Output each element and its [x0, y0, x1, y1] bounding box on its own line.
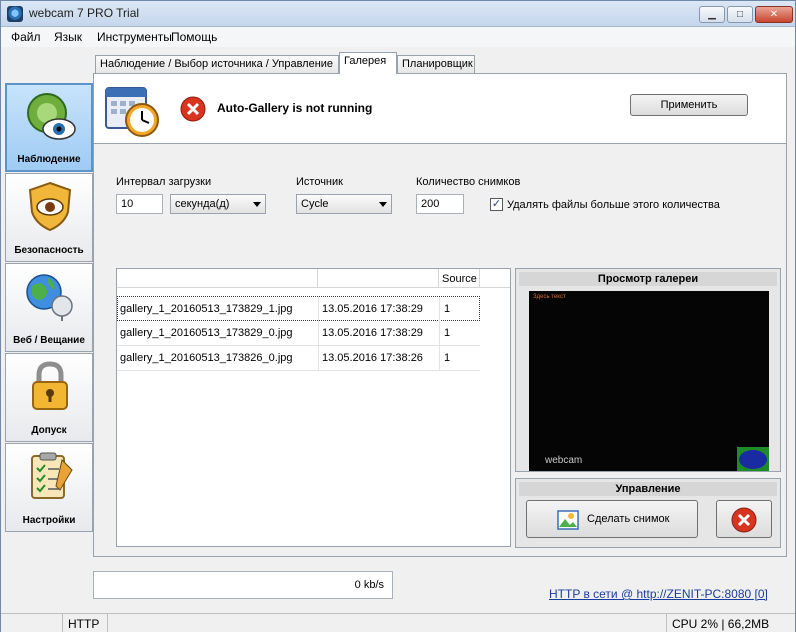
- nav-label: Наблюдение: [17, 154, 81, 165]
- chevron-down-icon: [379, 202, 387, 207]
- row-separator: [318, 346, 319, 371]
- source-cell: 1: [444, 327, 451, 339]
- menu-bar: Файл Язык Инструменты Помощь: [1, 27, 795, 47]
- table-row[interactable]: gallery_1_20160513_173829_1.jpg 13.05.20…: [117, 296, 480, 322]
- chevron-down-icon: [253, 202, 261, 207]
- file-name-cell: gallery_1_20160513_173829_0.jpg: [120, 327, 293, 339]
- tab-scheduler[interactable]: Планировщик: [397, 55, 475, 73]
- transfer-rate-box: 0 kb/s: [93, 571, 393, 599]
- picture-icon: [557, 510, 579, 530]
- nav-label: Настройки: [22, 515, 76, 526]
- gallery-file-list[interactable]: Source gallery_1_20160513_173829_1.jpg 1…: [116, 268, 511, 547]
- auto-gallery-status: Auto-Gallery is not running: [217, 101, 373, 115]
- row-separator: [318, 321, 319, 346]
- preview-image[interactable]: Здесь текст webcam: [529, 291, 769, 471]
- status-cpu-memory: CPU 2% | 66,2MB: [666, 614, 795, 632]
- row-separator: [439, 297, 440, 322]
- menu-tools[interactable]: Инструменты: [97, 30, 172, 44]
- status-empty: [1, 614, 63, 632]
- menu-help[interactable]: Помощь: [171, 30, 217, 44]
- tab-gallery[interactable]: Галерея: [339, 52, 397, 74]
- control-title: Управление: [519, 482, 777, 496]
- gallery-preview-group: Просмотр галереи Здесь текст webcam: [515, 268, 781, 472]
- preview-corner-ellipse: [739, 450, 767, 469]
- count-label: Количество снимков: [416, 176, 521, 188]
- shield-eye-icon: [28, 181, 72, 232]
- date-cell: 13.05.2016 17:38:26: [322, 352, 423, 364]
- calendar-clock-icon: [105, 87, 159, 137]
- maximize-button[interactable]: □: [727, 6, 753, 23]
- source-value: Cycle: [301, 198, 329, 210]
- nav-settings[interactable]: Настройки: [5, 443, 93, 532]
- title-bar[interactable]: webcam 7 PRO Trial ▁ □ ✕: [1, 1, 795, 27]
- nav-label: Веб / Вещание: [13, 335, 85, 346]
- gallery-panel: Auto-Gallery is not running Применить Ин…: [93, 73, 787, 557]
- gallery-status-panel: Auto-Gallery is not running Применить: [94, 74, 786, 144]
- file-name-cell: gallery_1_20160513_173826_0.jpg: [120, 352, 293, 364]
- menu-language[interactable]: Язык: [54, 30, 82, 44]
- globe-satellite-icon: [26, 274, 73, 321]
- source-cell: 1: [444, 303, 451, 315]
- date-cell: 13.05.2016 17:38:29: [322, 327, 423, 339]
- nav-observation[interactable]: Наблюдение: [5, 83, 93, 172]
- count-input[interactable]: 200: [416, 194, 464, 214]
- column-source[interactable]: Source: [439, 269, 480, 288]
- tab-observation[interactable]: Наблюдение / Выбор источника / Управлени…: [95, 55, 339, 73]
- snapshot-label: Сделать снимок: [587, 513, 670, 525]
- source-select[interactable]: Cycle: [296, 194, 392, 214]
- status-protocol: HTTP: [63, 614, 108, 632]
- left-navigation: Наблюдение Безопасность Веб / Вещание До…: [5, 83, 93, 533]
- interval-unit-select[interactable]: секунда(д): [170, 194, 266, 214]
- table-row[interactable]: gallery_1_20160513_173826_0.jpg 13.05.20…: [117, 346, 480, 371]
- nav-security[interactable]: Безопасность: [5, 173, 93, 262]
- transfer-rate: 0 kb/s: [354, 579, 384, 591]
- nav-web-broadcast[interactable]: Веб / Вещание: [5, 263, 93, 352]
- date-cell: 13.05.2016 17:38:29: [322, 303, 423, 315]
- source-cell: 1: [444, 352, 451, 364]
- close-button[interactable]: ✕: [755, 6, 793, 23]
- row-separator: [439, 346, 440, 371]
- preview-title: Просмотр галереи: [519, 272, 777, 286]
- interval-unit-value: секунда(д): [175, 198, 230, 210]
- file-name-cell: gallery_1_20160513_173829_1.jpg: [120, 303, 293, 315]
- stop-cross-icon: [731, 507, 757, 533]
- interval-label: Интервал загрузки: [116, 176, 212, 188]
- minimize-button[interactable]: ▁: [699, 6, 725, 23]
- error-icon: [180, 96, 206, 122]
- window-title: webcam 7 PRO Trial: [29, 6, 140, 20]
- webcam-app-icon: [7, 6, 23, 22]
- preview-watermark: webcam: [545, 455, 583, 466]
- nav-access[interactable]: Допуск: [5, 353, 93, 442]
- control-group: Управление Сделать снимок: [515, 478, 781, 548]
- app-window: webcam 7 PRO Trial ▁ □ ✕ Файл Язык Инстр…: [0, 0, 796, 632]
- delete-excess-label: Удалять файлы больше этого количества: [507, 199, 720, 211]
- menu-file[interactable]: Файл: [11, 30, 41, 44]
- row-separator: [318, 297, 319, 322]
- row-separator: [439, 321, 440, 346]
- status-bar: HTTP CPU 2% | 66,2MB: [1, 613, 795, 632]
- column-file[interactable]: [117, 269, 318, 288]
- take-snapshot-button[interactable]: Сделать снимок: [526, 500, 698, 538]
- nav-label: Безопасность: [14, 245, 84, 256]
- nav-label: Допуск: [31, 425, 67, 436]
- table-row[interactable]: gallery_1_20160513_173829_0.jpg 13.05.20…: [117, 321, 480, 346]
- http-link[interactable]: HTTP в сети @ http://ZENIT-PC:8080 [0]: [549, 587, 768, 601]
- eye-webcam-icon: [27, 93, 76, 140]
- delete-excess-checkbox[interactable]: ✓: [490, 198, 503, 211]
- preview-overlay-text: Здесь текст: [533, 294, 566, 300]
- column-date[interactable]: [318, 269, 439, 288]
- clipboard-checklist-icon: [31, 452, 73, 499]
- stop-button[interactable]: [716, 500, 772, 538]
- list-header: Source: [117, 269, 510, 288]
- apply-button[interactable]: Применить: [630, 94, 748, 116]
- preview-corner-overlay: [737, 447, 769, 471]
- padlock-icon: [32, 361, 68, 410]
- interval-input[interactable]: 10: [116, 194, 163, 214]
- source-label: Источник: [296, 176, 343, 188]
